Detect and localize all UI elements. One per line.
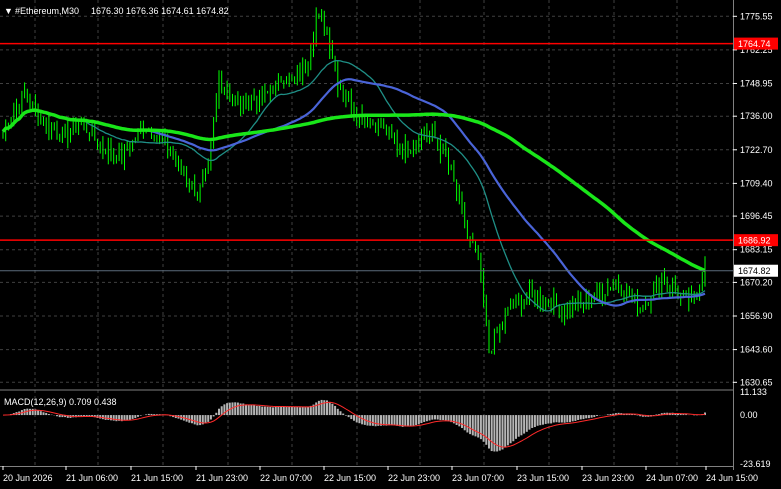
ma-fast-line bbox=[2, 59, 706, 312]
level-price-text: 1764.74 bbox=[738, 39, 771, 49]
time-axis[interactable]: 20 Jun 2026 21 Jun 06:00 21 Jun 15:00 21 Ju… bbox=[2, 466, 758, 483]
level-lines bbox=[0, 42, 733, 272]
price-tick-label: 1748.95 bbox=[740, 78, 773, 88]
macd-label: MACD(12,26,9) 0.709 0.438 bbox=[4, 397, 117, 407]
macd-tick-label: 11.133 bbox=[740, 387, 767, 397]
time-tick-label: 22 Jun 23:00 bbox=[388, 473, 440, 483]
macd-histogram bbox=[4, 399, 706, 452]
level-price-text: 1674.82 bbox=[738, 266, 771, 276]
symbol-label: #Ethereum,M30 bbox=[15, 6, 79, 16]
time-tick-label: 23 Jun 23:00 bbox=[582, 473, 634, 483]
price-tick-label: 1643.60 bbox=[740, 345, 773, 355]
time-tick-label: 24 Jun 15:00 bbox=[706, 473, 758, 483]
macd-tick-label: -23.619 bbox=[740, 459, 771, 469]
macd-signal-line bbox=[2, 401, 706, 448]
time-tick-label: 20 Jun 2026 bbox=[3, 473, 53, 483]
price-tick-label: 1722.70 bbox=[740, 145, 773, 155]
time-tick-label: 23 Jun 15:00 bbox=[517, 473, 569, 483]
price-tick-label: 1775.55 bbox=[740, 11, 773, 21]
time-tick-label: 24 Jun 07:00 bbox=[646, 473, 698, 483]
macd-axis: 11.133 0.00 -23.619 bbox=[740, 387, 771, 469]
chart-menu-icon[interactable]: ▼ bbox=[4, 6, 13, 16]
price-tick-label: 1709.40 bbox=[740, 178, 773, 188]
price-tick-label: 1656.90 bbox=[740, 311, 773, 321]
time-tick-label: 22 Jun 07:00 bbox=[260, 473, 312, 483]
ohlc-readout: 1676.30 1676.36 1674.61 1674.82 bbox=[91, 6, 229, 16]
time-tick-label: 21 Jun 06:00 bbox=[66, 473, 118, 483]
price-tick-label: 1683.15 bbox=[740, 245, 773, 255]
price-tick-label: 1736.00 bbox=[740, 111, 773, 121]
time-tick-label: 23 Jun 07:00 bbox=[452, 473, 504, 483]
time-tick-label: 21 Jun 23:00 bbox=[196, 473, 248, 483]
macd-tick-label: 0.00 bbox=[740, 410, 758, 420]
price-chart[interactable]: ▼ #Ethereum,M30 1676.30 1676.36 1674.61 … bbox=[0, 0, 781, 489]
price-axis[interactable]: 1775.551762.251748.951736.001722.701709.… bbox=[733, 11, 778, 387]
time-tick-label: 21 Jun 15:00 bbox=[131, 473, 183, 483]
price-tick-label: 1696.45 bbox=[740, 211, 773, 221]
price-tick-label: 1630.65 bbox=[740, 377, 773, 387]
price-tick-label: 1670.20 bbox=[740, 277, 773, 287]
level-price-text: 1686.92 bbox=[738, 236, 771, 246]
candles bbox=[2, 7, 706, 355]
time-tick-label: 22 Jun 15:00 bbox=[324, 473, 376, 483]
